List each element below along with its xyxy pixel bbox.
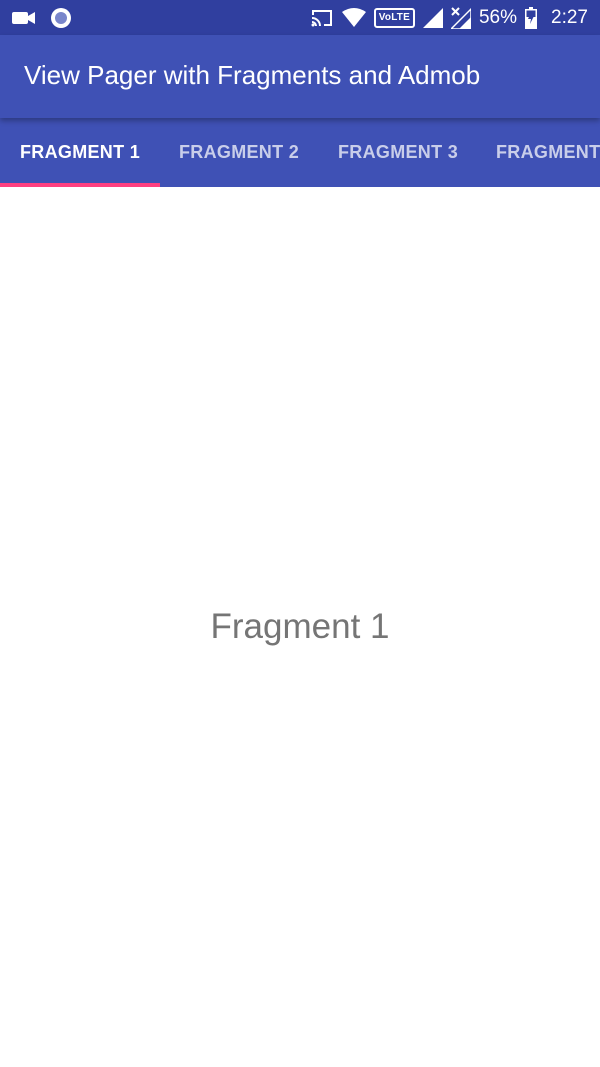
cast-icon (310, 8, 334, 28)
tab-bar: FRAGMENT 1 FRAGMENT 2 FRAGMENT 3 FRAGMEN… (0, 118, 600, 187)
notification-circle-icon (50, 7, 72, 29)
video-camera-icon (12, 10, 36, 26)
tab-selected-indicator (0, 183, 160, 187)
status-bar: VoLTE 56% 2:27 (0, 0, 600, 35)
tab-fragment-4[interactable]: FRAGMENT (478, 118, 600, 187)
tab-fragment-1[interactable]: FRAGMENT 1 (0, 118, 160, 187)
tab-fragment-3[interactable]: FRAGMENT 3 (318, 118, 478, 187)
cell-signal-icon (422, 8, 443, 28)
app-bar: View Pager with Fragments and Admob (0, 35, 600, 118)
status-time: 2:27 (551, 7, 588, 28)
cell-signal-no-data-icon (450, 7, 471, 29)
status-bar-right: VoLTE 56% 2:27 (310, 6, 588, 30)
fragment-label: Fragment 1 (210, 607, 390, 646)
battery-icon (525, 7, 538, 29)
app-title: View Pager with Fragments and Admob (24, 60, 481, 90)
tab-fragment-2[interactable]: FRAGMENT 2 (160, 118, 318, 187)
fragment-content: Fragment 1 (0, 187, 600, 1067)
wifi-icon (341, 8, 366, 28)
volte-icon: VoLTE (373, 8, 415, 28)
battery-percentage: 56% (478, 7, 518, 28)
status-bar-left (12, 6, 72, 30)
